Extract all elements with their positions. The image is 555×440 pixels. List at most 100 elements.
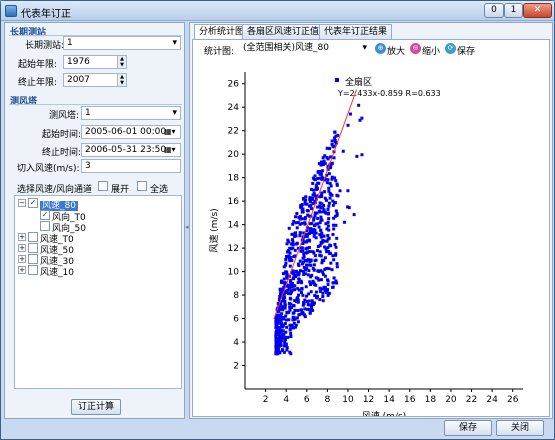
data-point	[298, 234, 302, 238]
tree-checkbox[interactable]	[28, 243, 38, 253]
cutin-speed-input[interactable]: 3	[81, 159, 181, 173]
stat-chart-select[interactable]: (全范围相关)风速_80	[240, 42, 370, 56]
data-point	[297, 271, 301, 275]
minimize-button[interactable]: 0	[484, 3, 504, 18]
end-time-value: 2006-05-31 23:50	[85, 145, 167, 155]
tree-checkbox[interactable]	[28, 265, 38, 275]
data-point	[323, 267, 327, 271]
expand-icon[interactable]: +	[18, 233, 26, 241]
y-tick-label: 26	[228, 80, 240, 90]
data-point	[275, 343, 279, 347]
data-point	[334, 179, 338, 183]
close-button[interactable]: 关闭	[496, 420, 544, 436]
save-button[interactable]: 保存	[444, 420, 492, 436]
collapse-icon[interactable]: −	[18, 199, 26, 207]
data-point	[335, 236, 339, 240]
expand-checkbox[interactable]	[98, 181, 108, 191]
legend-label: 全扇区	[345, 76, 372, 88]
start-year-spinner[interactable]: 1976 ▲ ▼	[63, 55, 127, 69]
long-term-station-select[interactable]: 1	[63, 36, 181, 50]
x-tick-label: 8	[325, 395, 331, 405]
y-tick-label: 2	[233, 362, 239, 372]
data-point	[291, 222, 295, 226]
y-tick-label: 20	[228, 150, 240, 160]
data-point	[327, 201, 331, 205]
data-point	[318, 210, 322, 214]
data-point	[319, 278, 323, 282]
tab-analysis-chart[interactable]: 分析统计图	[194, 24, 250, 40]
spinner-arrows-icon[interactable]: ▲ ▼	[117, 74, 126, 86]
close-window-button[interactable]: ✕	[523, 3, 552, 18]
start-time-picker[interactable]: 2005-06-01 00:00 ▦▾	[81, 125, 181, 139]
tower-label: 测风塔:	[49, 111, 80, 121]
zoom-out-icon[interactable]: ⊖	[410, 43, 421, 54]
calendar-icon[interactable]: ▦▾	[164, 127, 178, 137]
tree-checkbox[interactable]	[28, 254, 38, 264]
expand-icon[interactable]: +	[18, 266, 26, 274]
data-point	[319, 240, 323, 244]
window-title: 代表年订正	[21, 9, 71, 20]
data-point	[330, 268, 334, 272]
spinner-arrows-icon[interactable]: ▲ ▼	[117, 56, 126, 68]
data-point	[289, 334, 293, 338]
data-point	[352, 213, 356, 217]
maximize-button[interactable]: 1	[504, 3, 523, 18]
data-point	[282, 332, 286, 336]
data-point	[296, 320, 300, 324]
divider	[9, 104, 182, 105]
data-point	[333, 176, 337, 180]
data-point	[279, 340, 283, 344]
tree-checkbox[interactable]: ✓	[28, 198, 38, 208]
tree-item-speed-10[interactable]: 风速_10	[40, 265, 74, 278]
calculate-button[interactable]: 订正计算	[71, 399, 121, 415]
y-tick-label: 8	[233, 291, 239, 301]
data-point	[275, 327, 279, 331]
x-tick-label: 12	[363, 395, 374, 405]
x-tick-label: 6	[304, 395, 310, 405]
data-point	[313, 194, 317, 198]
data-point	[299, 280, 303, 284]
data-point	[300, 210, 304, 214]
chart-tab-content: 统计图: (全范围相关)风速_80 ⊕ 放大 ⊖ 缩小 ⟳ 保存 2468101…	[192, 39, 550, 417]
data-point	[298, 231, 302, 235]
save-chart-icon[interactable]: ⟳	[445, 43, 456, 54]
x-tick-label: 2	[263, 395, 269, 405]
tower-select[interactable]: 1	[81, 106, 181, 120]
expand-icon[interactable]: +	[18, 255, 26, 263]
zoom-in-icon[interactable]: ⊕	[375, 43, 386, 54]
select-all-checkbox[interactable]	[137, 181, 147, 191]
end-time-picker[interactable]: 2006-05-31 23:50 ▦▾	[81, 143, 181, 157]
tree-checkbox[interactable]	[40, 221, 50, 231]
data-point	[326, 207, 330, 211]
x-axis-label: 风速 (m/s)	[362, 411, 406, 416]
data-point	[293, 232, 297, 236]
end-year-spinner[interactable]: 2007 ▲ ▼	[63, 73, 127, 87]
data-point	[321, 272, 325, 276]
expand-icon[interactable]: +	[18, 244, 26, 252]
data-point	[332, 227, 336, 231]
data-point	[322, 239, 326, 243]
data-point	[327, 267, 331, 271]
data-point	[323, 190, 327, 194]
data-point	[328, 196, 332, 200]
data-point	[334, 134, 338, 138]
data-point	[285, 325, 289, 329]
data-point	[300, 287, 304, 291]
data-point	[291, 246, 295, 250]
data-point	[322, 285, 326, 289]
data-point	[276, 321, 280, 325]
data-point	[288, 305, 292, 309]
data-point	[295, 241, 299, 245]
data-point	[294, 269, 298, 273]
data-point	[307, 232, 311, 236]
tab-sector-correction[interactable]: 各扇区风速订正值	[242, 24, 325, 39]
calendar-icon[interactable]: ▦▾	[164, 145, 178, 155]
tree-checkbox[interactable]: ✓	[40, 210, 50, 220]
tab-year-result[interactable]: 代表年订正结果	[319, 24, 393, 39]
data-point	[303, 313, 307, 317]
y-tick-label: 14	[228, 221, 240, 231]
tree-checkbox[interactable]	[28, 232, 38, 242]
y-tick-label: 4	[233, 338, 239, 348]
data-point	[310, 301, 314, 305]
start-year-label: 起始年限:	[18, 60, 58, 70]
